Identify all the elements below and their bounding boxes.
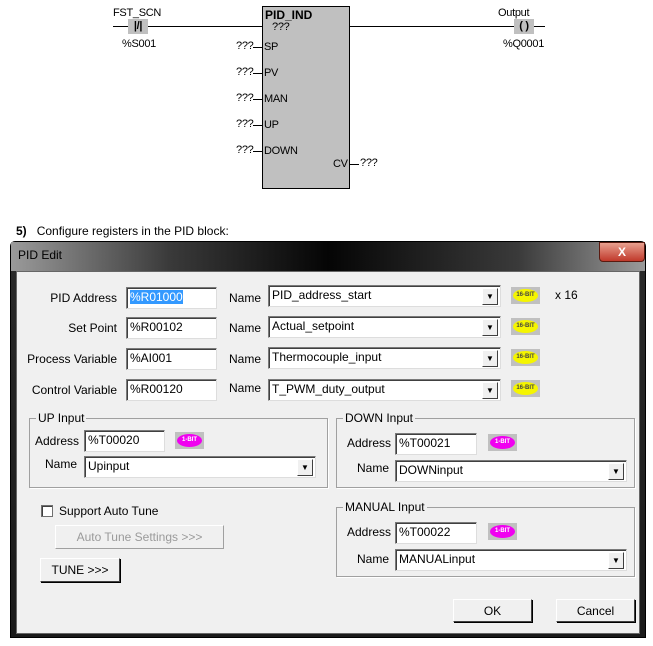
chevron-down-icon[interactable]: ▼: [482, 350, 498, 367]
down-address-input[interactable]: %T00021: [395, 433, 477, 455]
name-label: Name: [45, 457, 78, 471]
chevron-down-icon[interactable]: ▼: [482, 288, 498, 305]
manual-address-input[interactable]: %T00022: [395, 522, 477, 544]
set-point-name-select[interactable]: Actual_setpoint ▼: [268, 316, 501, 338]
process-variable-name-select[interactable]: Thermocouple_input ▼: [268, 347, 501, 369]
coil-address: %Q0001: [503, 38, 545, 50]
select-value: DOWNinput: [399, 463, 464, 477]
process-variable-label: Process Variable: [27, 352, 117, 366]
cancel-button[interactable]: Cancel: [556, 599, 635, 622]
up-name-select[interactable]: Upinput ▼: [84, 456, 316, 478]
pin-sp: SP: [264, 41, 279, 53]
process-variable-input[interactable]: %AI001: [126, 348, 217, 370]
contact-label: FST_SCN: [113, 7, 162, 19]
16-bit-badge: 16-BIT: [511, 349, 540, 366]
man-value[interactable]: ???: [236, 92, 254, 104]
pid-address-input[interactable]: %R01000: [126, 287, 217, 309]
address-label: Address: [35, 434, 80, 448]
contact-address: %S001: [122, 38, 156, 50]
cv-value[interactable]: ???: [360, 157, 378, 169]
1-bit-badge: 1-BIT: [488, 434, 517, 451]
pid-address-value: %R01000: [130, 290, 183, 304]
step-instruction: 5) Configure registers in the PID block:: [16, 224, 229, 238]
pin-down: DOWN: [264, 145, 298, 157]
block-name: PID_IND: [265, 8, 313, 22]
select-value: Upinput: [88, 459, 130, 473]
select-value: PID_address_start: [272, 288, 372, 302]
close-button[interactable]: X: [599, 242, 645, 262]
chevron-down-icon[interactable]: ▼: [608, 463, 624, 480]
name-label: Name: [357, 552, 390, 566]
ok-button[interactable]: OK: [453, 599, 532, 622]
manual-name-select[interactable]: MANUALinput ▼: [395, 549, 627, 571]
support-auto-tune-checkbox[interactable]: [41, 505, 53, 517]
chevron-down-icon[interactable]: ▼: [608, 552, 624, 569]
16-bit-badge: 16-BIT: [511, 287, 540, 304]
select-value: Actual_setpoint: [272, 319, 355, 333]
group-title: MANUAL Input: [343, 500, 427, 514]
name-label: Name: [229, 291, 262, 305]
step-number: 5): [16, 224, 27, 238]
step-text: Configure registers in the PID block:: [36, 224, 229, 238]
set-point-input[interactable]: %R00102: [126, 317, 217, 339]
register-count: x 16: [555, 288, 578, 302]
pin-pv: PV: [264, 67, 279, 79]
chevron-down-icon[interactable]: ▼: [482, 382, 498, 399]
output-coil[interactable]: ( ): [514, 19, 534, 34]
tune-button[interactable]: TUNE >>>: [40, 558, 120, 582]
chevron-down-icon[interactable]: ▼: [297, 459, 313, 476]
down-name-select[interactable]: DOWNinput ▼: [395, 460, 627, 482]
16-bit-badge: 16-BIT: [511, 318, 540, 335]
up-value[interactable]: ???: [236, 118, 254, 130]
16-bit-badge: 16-BIT: [511, 380, 540, 397]
select-value: MANUALinput: [399, 552, 476, 566]
block-instance: ???: [272, 21, 290, 33]
auto-tune-settings-button[interactable]: Auto Tune Settings >>>: [55, 525, 224, 549]
group-title: DOWN Input: [343, 411, 416, 425]
1-bit-badge: 1-BIT: [175, 432, 204, 449]
name-label: Name: [229, 352, 262, 366]
address-label: Address: [347, 436, 392, 450]
title-bar[interactable]: PID Edit X: [11, 242, 645, 271]
control-variable-input[interactable]: %R00120: [126, 379, 217, 401]
pin-cv: CV: [333, 158, 348, 170]
pv-value[interactable]: ???: [236, 66, 254, 78]
dialog-title: PID Edit: [18, 248, 63, 262]
up-address-input[interactable]: %T00020: [84, 430, 165, 452]
control-variable-name-select[interactable]: T_PWM_duty_output ▼: [268, 379, 501, 401]
sp-value[interactable]: ???: [236, 40, 254, 52]
name-label: Name: [229, 321, 262, 335]
down-value[interactable]: ???: [236, 144, 254, 156]
address-label: Address: [347, 525, 392, 539]
name-label: Name: [229, 381, 262, 395]
1-bit-badge: 1-BIT: [488, 523, 517, 540]
control-variable-label: Control Variable: [31, 383, 117, 397]
select-value: T_PWM_duty_output: [272, 382, 385, 396]
pin-up: UP: [264, 119, 279, 131]
pid-address-label: PID Address: [50, 291, 117, 305]
support-auto-tune-label: Support Auto Tune: [59, 504, 159, 518]
pid-address-name-select[interactable]: PID_address_start ▼: [268, 285, 501, 307]
select-value: Thermocouple_input: [272, 350, 382, 364]
chevron-down-icon[interactable]: ▼: [482, 319, 498, 336]
pid-ind-block[interactable]: PID_IND ??? SP PV MAN UP DOWN CV: [262, 6, 350, 189]
group-title: UP Input: [36, 411, 87, 425]
pin-man: MAN: [264, 93, 288, 105]
name-label: Name: [357, 461, 390, 475]
coil-label: Output: [498, 7, 530, 19]
set-point-label: Set Point: [68, 321, 117, 335]
normally-closed-contact[interactable]: |/|: [128, 19, 148, 34]
